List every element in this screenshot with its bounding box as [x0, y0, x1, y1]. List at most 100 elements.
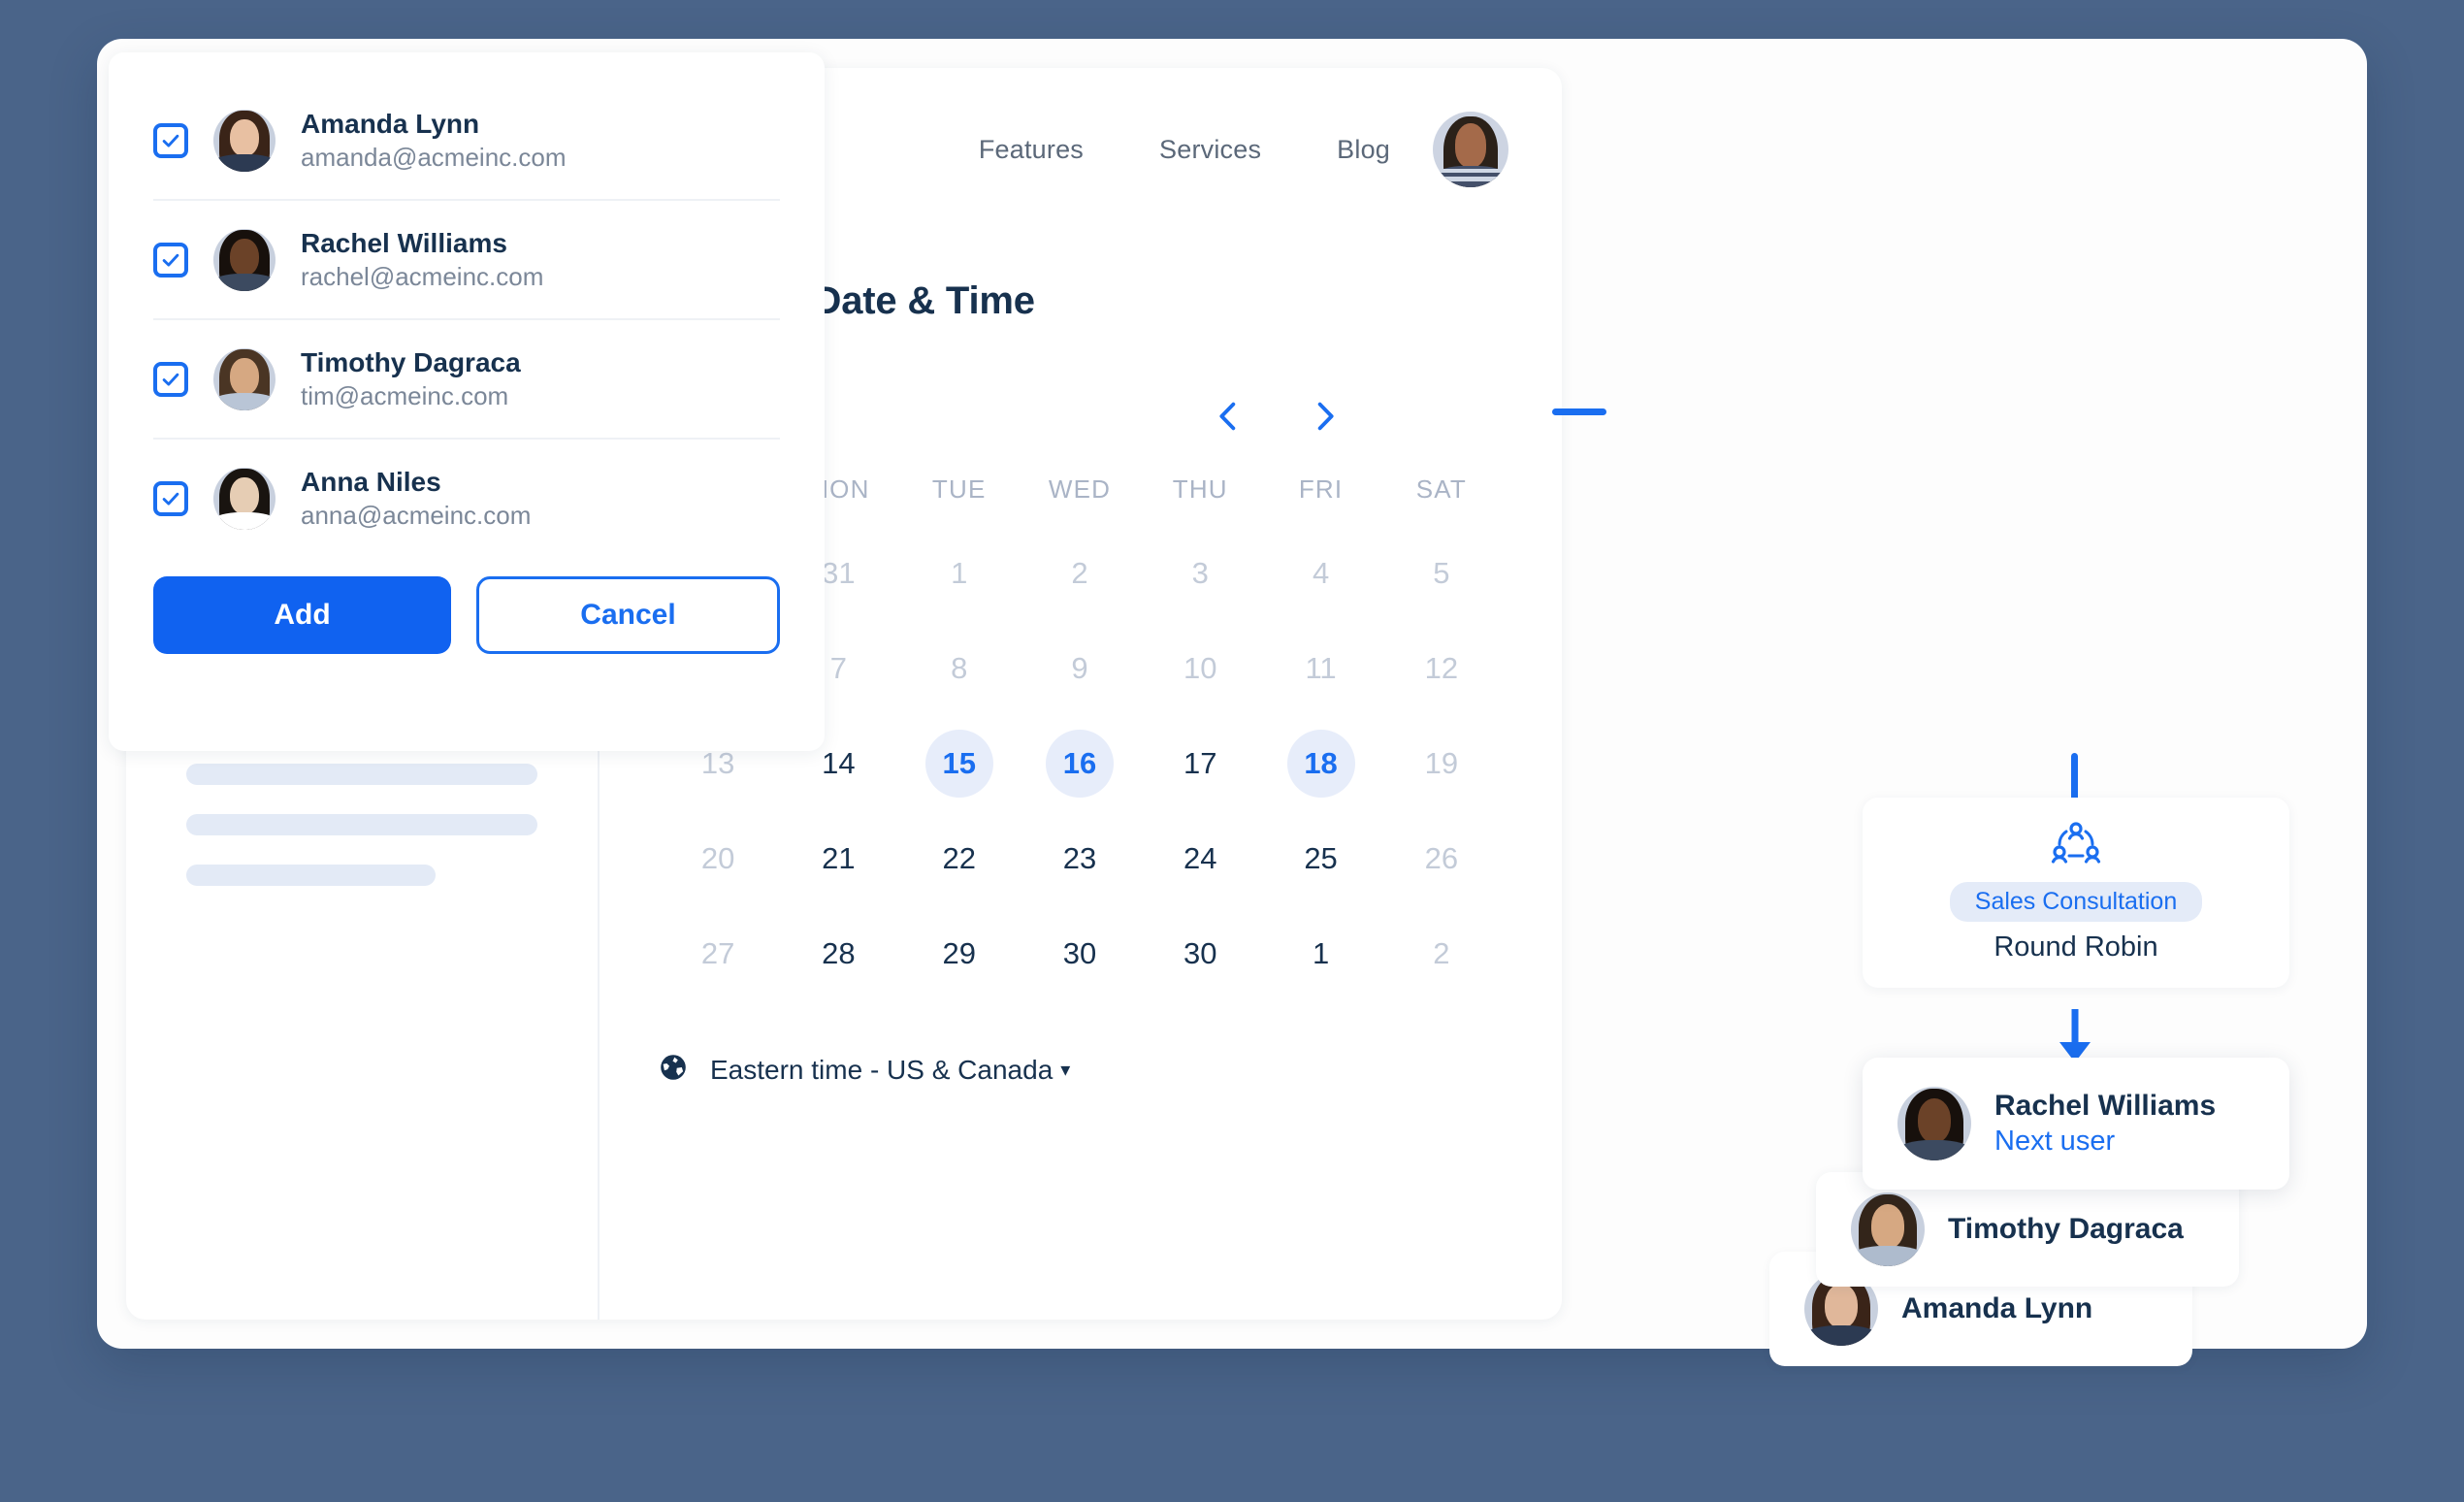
calendar-day-25[interactable]: 25	[1287, 825, 1355, 893]
checkbox-amanda-lynn[interactable]	[153, 122, 188, 158]
avatar-body	[1898, 1139, 1970, 1160]
calendar-day-17[interactable]: 17	[1166, 730, 1234, 798]
calendar-day-cell: 8	[899, 621, 1020, 716]
calendar-day-cell: 11	[1260, 621, 1380, 716]
chevron-down-icon: ▾	[1060, 1060, 1071, 1081]
calendar-weekday-thu: THU	[1172, 474, 1228, 504]
calendar-day-cell: 26	[1381, 811, 1502, 906]
user-name: Rachel Williams	[301, 228, 507, 259]
calendar-day-22[interactable]: 22	[925, 825, 993, 893]
calendar-day-21[interactable]: 21	[804, 825, 872, 893]
user-select-panel: Amanda Lynn amanda@acmeinc.com Rachel Will…	[109, 52, 825, 751]
calendar-weekday-fri: FRI	[1298, 474, 1344, 504]
checkbox-rachel-williams[interactable]	[153, 242, 188, 278]
timezone-selector[interactable]: Eastern time - US & Canada ▾	[658, 1052, 1502, 1088]
user-email: anna@acmeinc.com	[301, 501, 532, 531]
calendar-day-2: 2	[1433, 936, 1450, 970]
calendar-day-cell: 24	[1140, 811, 1260, 906]
avatar-body	[214, 153, 275, 172]
add-button[interactable]: Add	[153, 576, 451, 655]
calendar-day-cell: 23	[1020, 811, 1140, 906]
calendar-day-3: 3	[1191, 556, 1209, 590]
user-info: Anna Niles anna@acmeinc.com	[301, 465, 531, 532]
checkbox-anna-niles[interactable]	[153, 480, 188, 516]
user-info: Rachel Williams rachel@acmeinc.com	[301, 226, 543, 293]
list-item-next-user[interactable]: Rachel Williams Next user	[1863, 1058, 2289, 1190]
table-row[interactable]: Timothy Dagraca tim@acmeinc.com	[153, 320, 780, 441]
list-item-name: Amanda Lynn	[1901, 1291, 2093, 1324]
nav-link-features[interactable]: Features	[979, 135, 1084, 165]
calendar-day-8: 8	[951, 651, 968, 685]
calendar-day-19: 19	[1424, 746, 1459, 780]
calendar-day-15[interactable]: 15	[924, 730, 993, 798]
calendar-day-4: 4	[1312, 556, 1330, 590]
calendar-day-cell: 28	[778, 906, 898, 1001]
calendar-day-20: 20	[700, 841, 735, 875]
calendar-day-cell: 21	[778, 811, 898, 906]
calendar-day-16[interactable]: 16	[1045, 730, 1114, 798]
table-row[interactable]: Anna Niles anna@acmeinc.com	[153, 440, 780, 557]
checkbox-timothy-dagraca[interactable]	[153, 361, 188, 397]
calendar-day-12: 12	[1424, 651, 1459, 685]
list-item-name: Timothy Dagraca	[1948, 1212, 2184, 1245]
round-robin-card[interactable]: Sales Consultation Round Robin	[1863, 798, 2289, 988]
avatar-body	[214, 511, 275, 530]
avatar-body	[1805, 1324, 1877, 1346]
avatar	[213, 228, 276, 291]
list-item-name: Rachel Williams	[1994, 1090, 2217, 1123]
avatar-face	[1870, 1204, 1905, 1249]
calendar-day-cell: 16	[1020, 716, 1140, 811]
nav-link-services[interactable]: Services	[1159, 135, 1261, 165]
user-name: Amanda Lynn	[301, 109, 480, 139]
cancel-button[interactable]: Cancel	[476, 576, 780, 655]
calendar-day-cell: 17	[1140, 716, 1260, 811]
calendar-day-9: 9	[1071, 651, 1088, 685]
avatar-face	[1824, 1284, 1859, 1328]
calendar-day-29[interactable]: 29	[925, 920, 993, 988]
chevron-left-icon[interactable]	[1209, 397, 1248, 436]
checkmark-icon	[162, 253, 179, 267]
avatar-face	[230, 118, 259, 157]
user-info: Amanda Lynn amanda@acmeinc.com	[301, 107, 567, 174]
table-row[interactable]: Rachel Williams rachel@acmeinc.com	[153, 201, 780, 321]
nav-links: Features Services Blog	[979, 135, 1433, 165]
calendar-day-cell: 18	[1260, 716, 1380, 811]
placeholder-line-1	[186, 764, 537, 786]
calendar-day-cell: 5	[1381, 526, 1502, 621]
calendar-day-30[interactable]: 30	[1046, 920, 1114, 988]
calendar-day-10: 10	[1183, 651, 1217, 685]
calendar-day-30[interactable]: 30	[1166, 920, 1234, 988]
calendar-day-1: 1	[951, 556, 968, 590]
calendar-day-24[interactable]: 24	[1166, 825, 1234, 893]
chevron-right-icon[interactable]	[1306, 397, 1345, 436]
checkmark-icon	[162, 134, 179, 147]
status-badge: Sales Consultation	[1949, 882, 2203, 922]
user-email: amanda@acmeinc.com	[301, 142, 567, 172]
avatar	[213, 467, 276, 530]
nav-link-blog[interactable]: Blog	[1337, 135, 1390, 165]
calendar-weekday-wed: WED	[1048, 474, 1112, 504]
user-name: Anna Niles	[301, 467, 441, 498]
user-email: rachel@acmeinc.com	[301, 261, 544, 291]
calendar-day-28[interactable]: 28	[804, 920, 872, 988]
app-window: Features Services Blog ACME Inc Sales Co…	[97, 39, 2367, 1366]
user-name: Timothy Dagraca	[301, 347, 521, 378]
avatar	[1851, 1192, 1925, 1266]
avatar-body	[214, 392, 275, 410]
calendar-day-2: 2	[1071, 556, 1088, 590]
globe-icon	[658, 1052, 689, 1088]
calendar-day-cell: 12	[1381, 621, 1502, 716]
calendar-day-26: 26	[1424, 841, 1459, 875]
calendar-day-1[interactable]: 1	[1287, 920, 1355, 988]
connector-line-vertical	[2071, 753, 2078, 803]
calendar-day-23[interactable]: 23	[1046, 825, 1114, 893]
avatar-stripe	[1437, 177, 1505, 181]
calendar-day-cell: 3	[1140, 526, 1260, 621]
avatar	[1897, 1087, 1971, 1160]
round-robin-label: Round Robin	[1994, 931, 2158, 963]
calendar-day-cell: 30	[1020, 906, 1140, 1001]
calendar-day-18[interactable]: 18	[1286, 730, 1355, 798]
avatar[interactable]	[1433, 112, 1508, 187]
calendar-day-cell: 4	[1260, 526, 1380, 621]
table-row[interactable]: Amanda Lynn amanda@acmeinc.com	[153, 82, 780, 202]
